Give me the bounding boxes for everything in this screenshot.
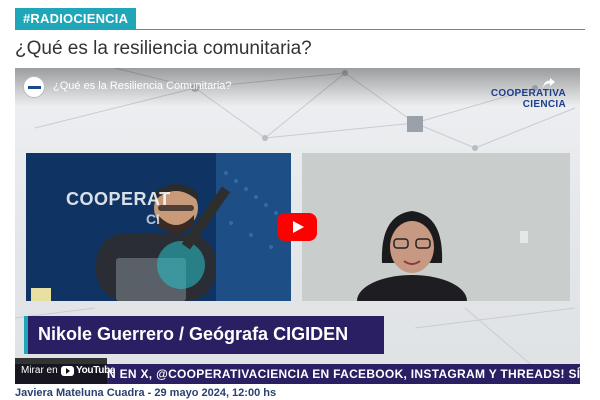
youtube-icon — [61, 366, 74, 376]
video-player[interactable]: ¿Qué es la Resiliencia Comunitaria? COOP… — [15, 68, 580, 384]
guest-scene — [302, 153, 570, 301]
category-tag[interactable]: #RADIOCIENCIA — [15, 8, 137, 30]
logo-line-1: COOPERATIVA — [490, 88, 566, 99]
guest-camera-frame — [302, 153, 570, 301]
studio-scene — [26, 153, 291, 301]
watch-on-youtube-button[interactable]: Mirar en YouTube — [15, 358, 116, 384]
ticker-text: N EN X, @COOPERATIVACIENCIA EN FACEBOOK,… — [107, 367, 580, 381]
play-icon[interactable] — [277, 213, 317, 241]
guest-name-text: Nikole Guerrero / Geógrafa CIGIDEN — [38, 324, 349, 344]
studio-camera-frame: COOPERAT CI — [26, 153, 291, 301]
guest-name-banner: Nikole Guerrero / Geógrafa CIGIDEN — [24, 316, 384, 354]
watch-on-label: Mirar en — [21, 365, 58, 376]
studio-backdrop-text: COOPERAT — [66, 189, 171, 209]
video-title[interactable]: ¿Qué es la Resiliencia Comunitaria? — [53, 80, 232, 92]
studio-backdrop-text-2: CI — [146, 211, 160, 227]
logo-line-2: CIENCIA — [522, 99, 566, 110]
category-tag-bar: #RADIOCIENCIA — [15, 8, 585, 30]
youtube-wordmark: YouTube — [76, 365, 116, 376]
article-title: ¿Qué es la resiliencia comunitaria? — [15, 38, 312, 59]
cooperativa-ciencia-logo: COOPERATIVA CIENCIA — [491, 88, 566, 110]
article-byline: Javiera Mateluna Cuadra - 29 mayo 2024, … — [15, 387, 277, 399]
channel-avatar-icon[interactable] — [23, 76, 45, 98]
